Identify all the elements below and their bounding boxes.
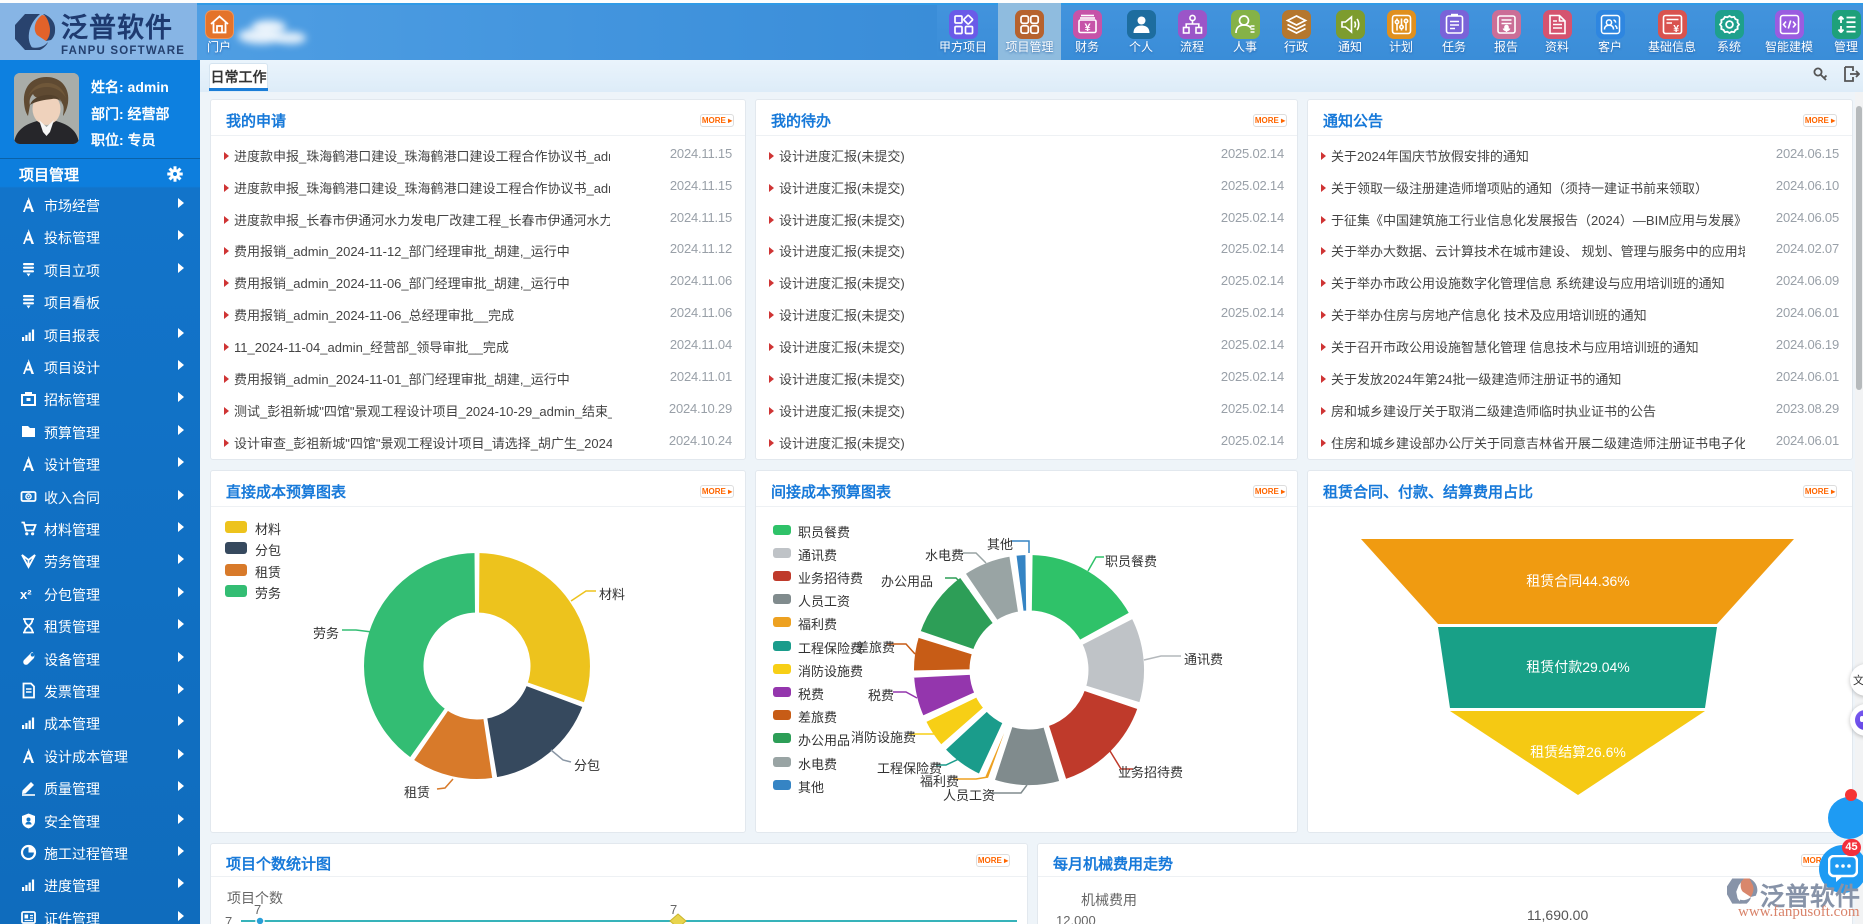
svg-text:泛普软件: 泛普软件 [61,12,173,43]
svg-text:¥: ¥ [1084,22,1091,34]
svg-text:FANPU SOFTWARE: FANPU SOFTWARE [61,45,185,57]
svg-text:¥: ¥ [1673,23,1679,35]
svg-text:租赁结算26.6%: 租赁结算26.6% [1530,744,1626,760]
svg-text:租赁合同44.36%: 租赁合同44.36% [1526,573,1629,589]
svg-text:租赁付款29.04%: 租赁付款29.04% [1526,659,1629,675]
